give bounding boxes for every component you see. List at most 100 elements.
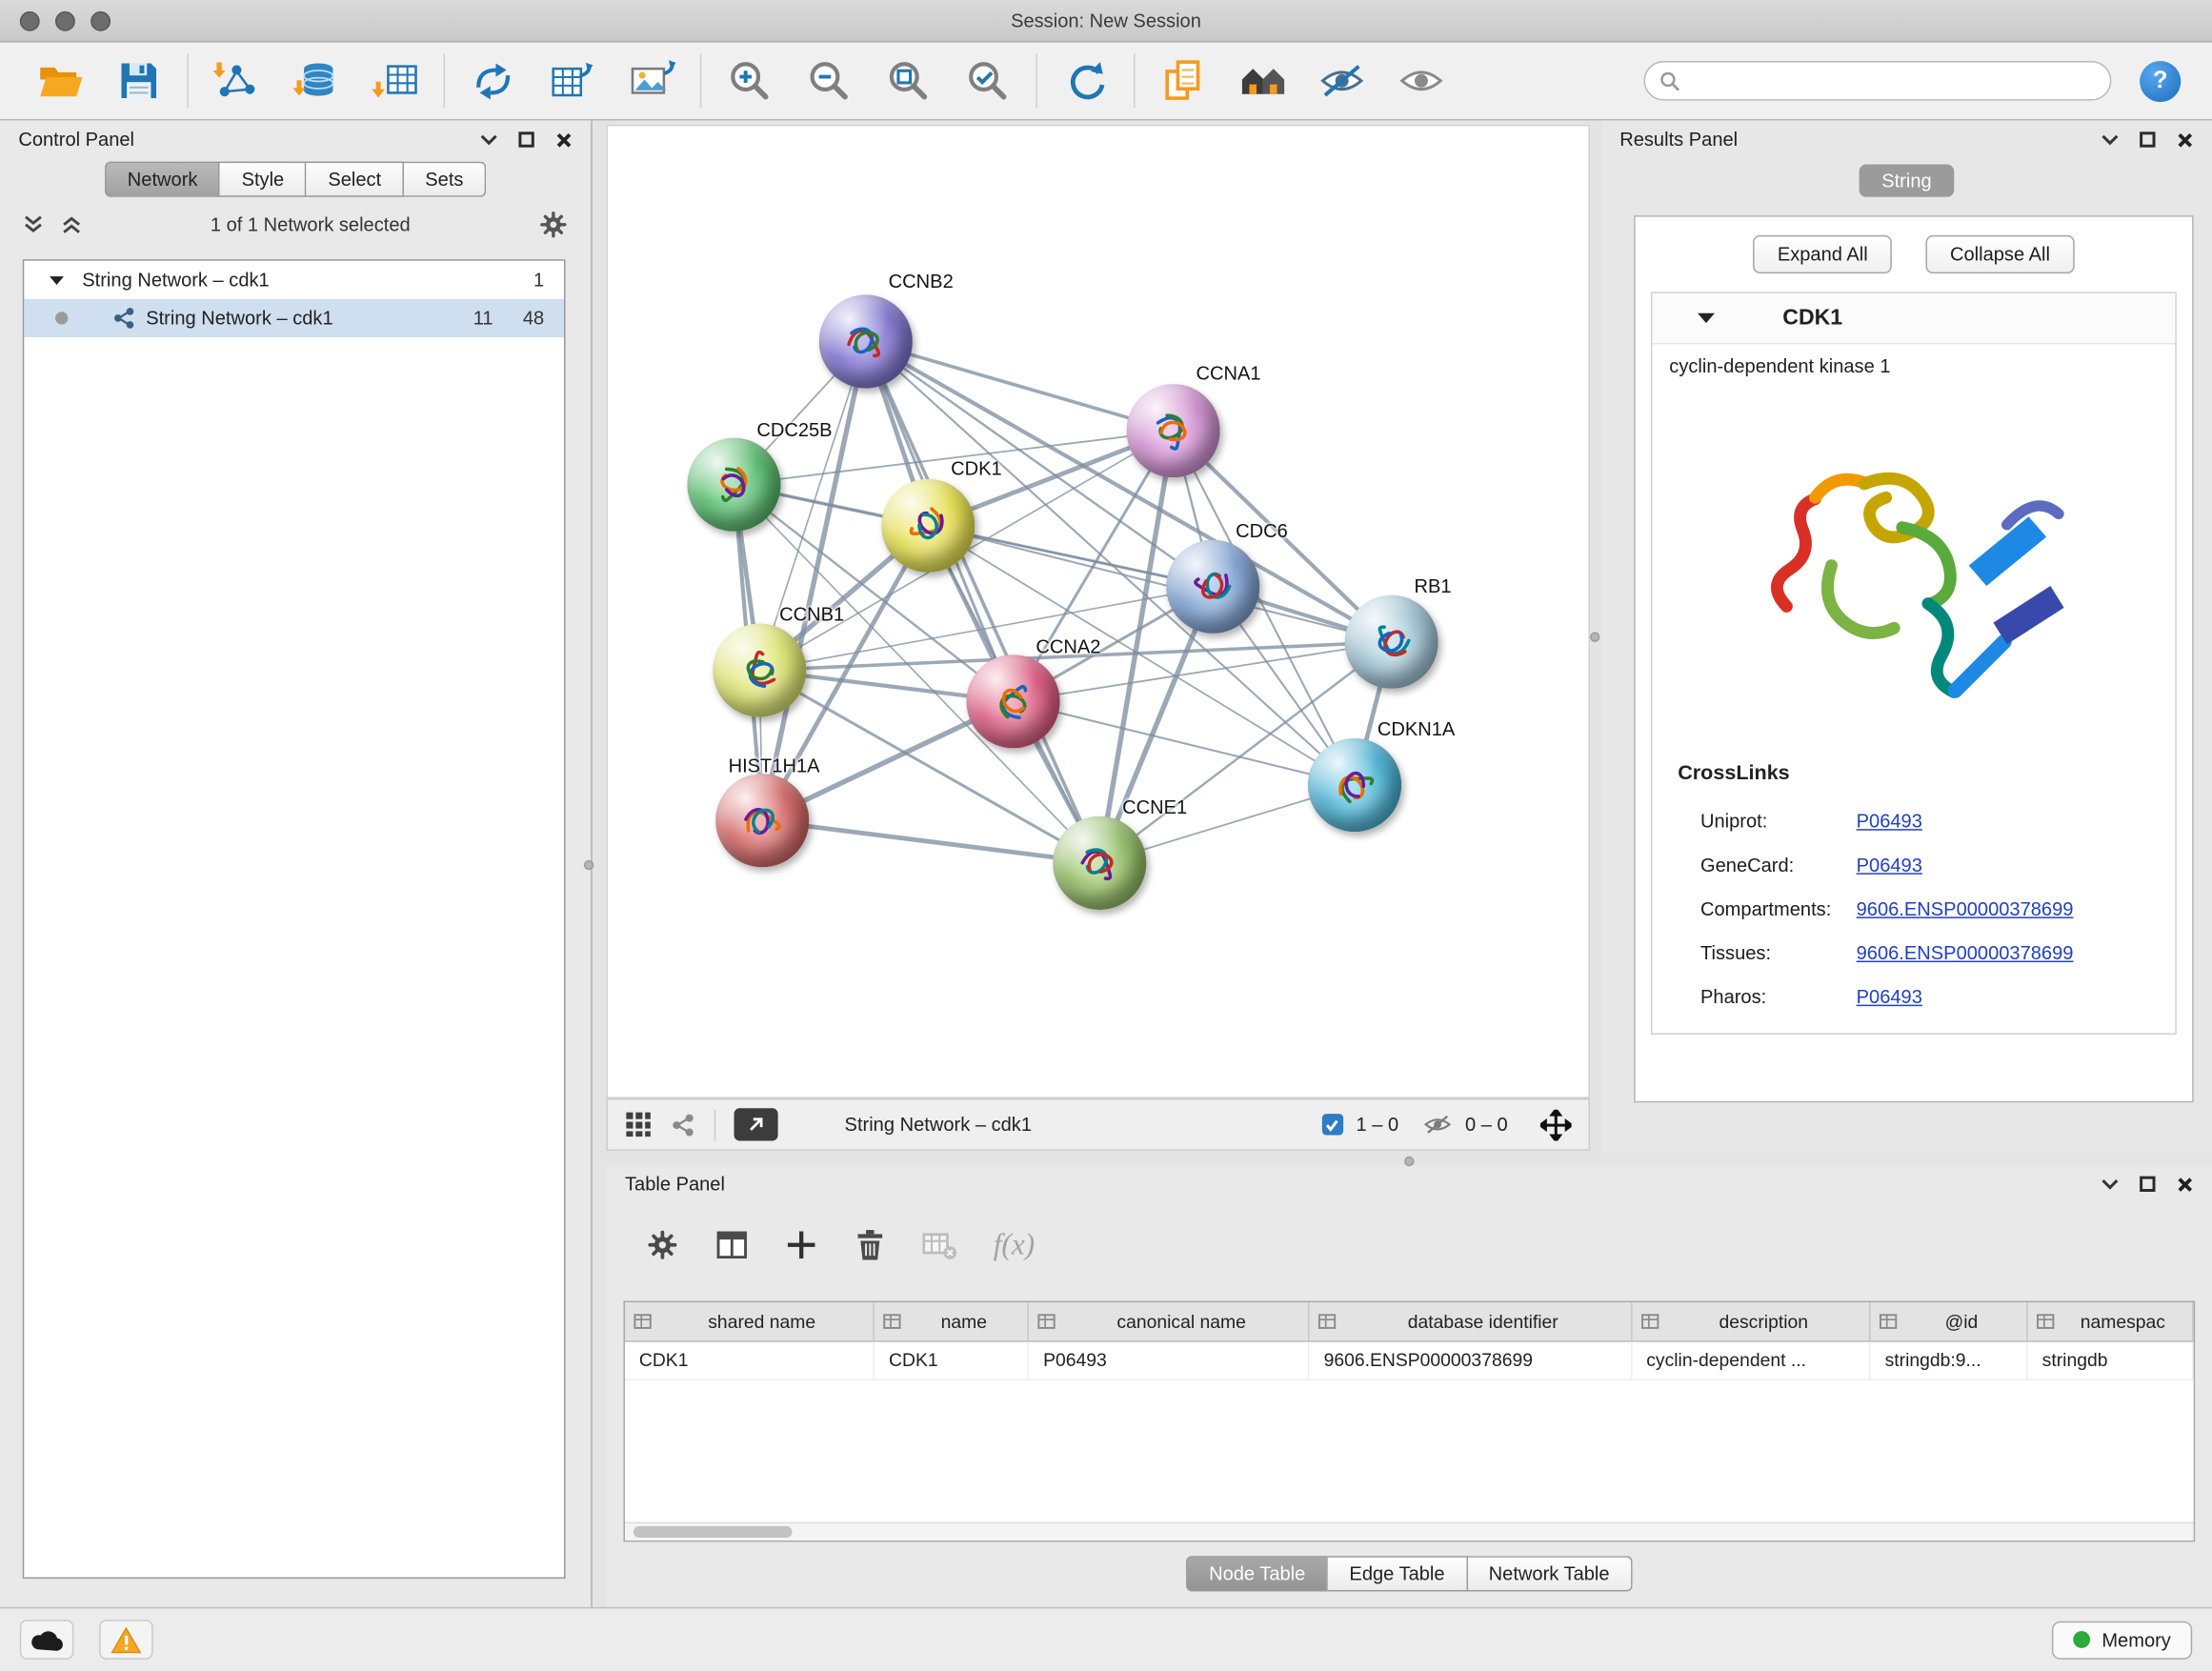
panel-float-icon[interactable]	[2140, 131, 2155, 147]
network-node-cdc6[interactable]	[1166, 540, 1259, 634]
pan-move-icon[interactable]	[1540, 1109, 1572, 1140]
crosslink-link[interactable]: 9606.ENSP00000378699	[1857, 898, 2074, 919]
maximize-window-button[interactable]	[90, 11, 111, 31]
import-network-button[interactable]	[209, 52, 266, 110]
panel-menu-icon[interactable]	[480, 131, 497, 149]
network-node-cdc25b[interactable]	[687, 438, 780, 532]
panel-close-icon[interactable]	[2177, 1176, 2194, 1193]
export-image-button[interactable]	[624, 52, 681, 110]
refresh-view-button[interactable]	[1057, 52, 1115, 110]
hide-results-button[interactable]	[1314, 52, 1371, 110]
crosslinks-section: CrossLinks Uniprot:P06493GeneCard:P06493…	[1652, 742, 2175, 1033]
network-node-hist1h1a[interactable]	[715, 774, 809, 867]
share-view-icon[interactable]	[671, 1112, 696, 1137]
network-node-ccna1[interactable]	[1127, 384, 1220, 477]
tab-network[interactable]: Network	[105, 162, 220, 197]
scrollbar-thumb[interactable]	[633, 1526, 793, 1538]
crosslink-link[interactable]: P06493	[1857, 986, 1922, 1007]
column-header-database-identifier[interactable]: database identifier	[1310, 1302, 1633, 1340]
collapse-all-button[interactable]: Collapse All	[1926, 235, 2075, 273]
zoom-selected-button[interactable]	[959, 52, 1016, 110]
search-input[interactable]	[1691, 70, 2096, 91]
save-session-button[interactable]	[111, 52, 168, 110]
import-table-button[interactable]	[367, 52, 424, 110]
copy-document-button[interactable]	[1155, 52, 1212, 110]
gear-icon[interactable]	[538, 210, 568, 239]
select-columns-icon[interactable]	[715, 1228, 748, 1260]
collapse-all-icon[interactable]	[23, 214, 44, 235]
selected-checkbox[interactable]	[1322, 1114, 1343, 1135]
network-node-cdk1[interactable]	[881, 479, 975, 573]
column-header-canonical-name[interactable]: canonical name	[1029, 1302, 1310, 1340]
network-row[interactable]: String Network – cdk1 11 48	[24, 299, 564, 337]
add-column-icon[interactable]	[785, 1228, 817, 1260]
network-edge[interactable]	[866, 341, 1099, 862]
tab-edge-table[interactable]: Edge Table	[1328, 1556, 1467, 1591]
hidden-eye-slash-icon[interactable]	[1422, 1113, 1452, 1137]
tab-sets[interactable]: Sets	[404, 162, 486, 197]
network-node-cdkn1a[interactable]	[1308, 738, 1401, 832]
expand-all-icon[interactable]	[61, 214, 82, 235]
delete-column-trash-icon[interactable]	[855, 1228, 886, 1260]
tab-select[interactable]: Select	[307, 162, 404, 197]
network-edge[interactable]	[928, 526, 1391, 642]
tab-style[interactable]: Style	[220, 162, 307, 197]
horizontal-splitter-handle[interactable]	[1404, 1157, 1414, 1166]
network-canvas[interactable]: CCNB2CCNA1CDC25BCDK1CDC6RB1CCNB1CCNA2CDK…	[607, 125, 1590, 1098]
network-node-ccnb2[interactable]	[819, 294, 913, 388]
column-header-namespac[interactable]: namespac	[2028, 1302, 2194, 1340]
minimize-window-button[interactable]	[55, 11, 75, 31]
zoom-out-button[interactable]	[800, 52, 857, 110]
panel-menu-icon[interactable]	[2101, 1176, 2119, 1193]
open-session-button[interactable]	[31, 52, 89, 110]
crosslink-link[interactable]: P06493	[1857, 855, 1922, 876]
open-in-new-button[interactable]	[734, 1108, 778, 1140]
grid-view-icon[interactable]	[625, 1111, 652, 1137]
column-header-description[interactable]: description	[1632, 1302, 1870, 1340]
memory-button[interactable]: Memory	[2052, 1621, 2192, 1659]
network-collection-row[interactable]: String Network – cdk1 1	[24, 261, 564, 299]
right-splitter-handle[interactable]	[1590, 632, 1599, 641]
network-edge[interactable]	[762, 341, 866, 820]
crosslink-link[interactable]: 9606.ENSP00000378699	[1857, 942, 2074, 963]
network-node-ccne1[interactable]	[1053, 816, 1146, 910]
show-results-button[interactable]	[1393, 52, 1450, 110]
close-window-button[interactable]	[20, 11, 40, 31]
table-row[interactable]: CDK1CDK1P064939606.ENSP00000378699cyclin…	[625, 1342, 2194, 1380]
open-folder-icon	[35, 57, 84, 106]
export-table-button[interactable]	[544, 52, 601, 110]
column-header-name[interactable]: name	[875, 1302, 1029, 1340]
network-node-rb1[interactable]	[1345, 595, 1438, 689]
network-edge[interactable]	[866, 341, 1174, 431]
panel-float-icon[interactable]	[2140, 1177, 2155, 1192]
tab-network-table[interactable]: Network Table	[1467, 1556, 1632, 1591]
cloud-status-button[interactable]	[20, 1620, 74, 1660]
import-network-from-database-button[interactable]	[288, 52, 345, 110]
table-settings-gear-icon[interactable]	[646, 1228, 678, 1260]
crosslink-link[interactable]: P06493	[1857, 811, 1922, 832]
tab-node-table[interactable]: Node Table	[1186, 1556, 1328, 1591]
panel-close-icon[interactable]	[555, 131, 573, 149]
network-node-ccnb1[interactable]	[713, 624, 806, 717]
warnings-button[interactable]	[99, 1620, 153, 1660]
help-button[interactable]: ?	[2140, 60, 2181, 101]
zoom-in-button[interactable]	[721, 52, 778, 110]
panel-close-icon[interactable]	[2177, 131, 2194, 149]
tab-string[interactable]: String	[1859, 165, 1954, 197]
network-node-ccna2[interactable]	[966, 654, 1059, 748]
expand-all-button[interactable]: Expand All	[1754, 235, 1892, 273]
tree-caret-icon[interactable]	[50, 274, 64, 286]
delete-table-icon[interactable]	[922, 1228, 956, 1260]
column-header--id[interactable]: @id	[1871, 1302, 2028, 1340]
protein-section-header[interactable]: CDK1	[1652, 293, 2175, 345]
section-caret-icon[interactable]	[1698, 312, 1715, 324]
column-header-shared-name[interactable]: shared name	[625, 1302, 875, 1340]
panel-float-icon[interactable]	[518, 131, 533, 147]
left-splitter-handle[interactable]	[584, 860, 593, 870]
panel-menu-icon[interactable]	[2101, 131, 2119, 149]
network-edge[interactable]	[762, 820, 1099, 863]
home-panels-button[interactable]	[1235, 52, 1292, 110]
apply-layout-button[interactable]	[465, 52, 522, 110]
zoom-fit-button[interactable]	[880, 52, 937, 110]
function-builder-button[interactable]: f(x)	[994, 1226, 1035, 1261]
